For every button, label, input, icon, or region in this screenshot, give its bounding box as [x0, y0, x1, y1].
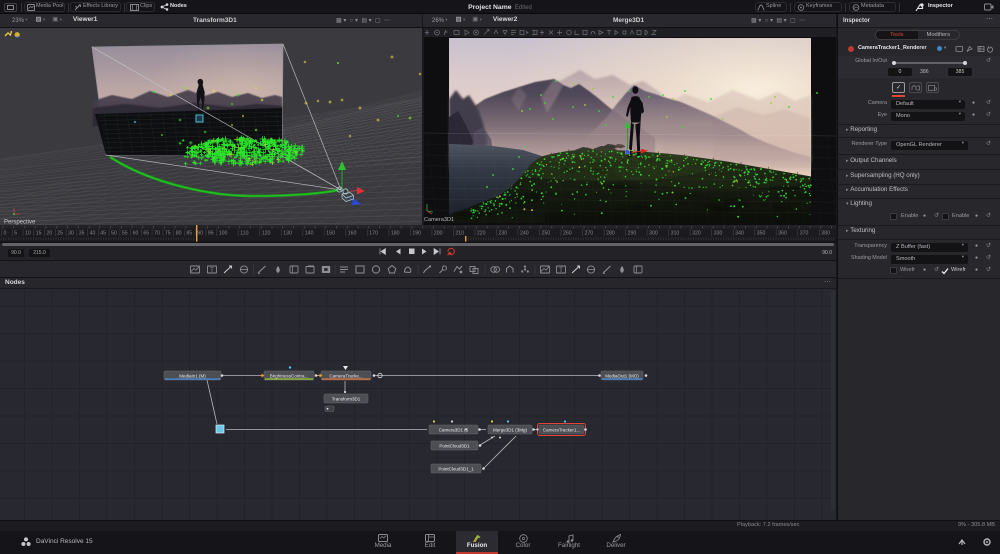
- svg-text:BrightnessContra...: BrightnessContra...: [270, 373, 309, 378]
- svg-text:45: 45: [100, 231, 106, 237]
- svg-text:330: 330: [714, 231, 723, 237]
- svg-text:65: 65: [143, 231, 149, 237]
- svg-text:210: 210: [455, 231, 464, 237]
- svg-text:MediaOut1 (MO): MediaOut1 (MO): [605, 373, 639, 378]
- svg-text:160: 160: [348, 231, 357, 237]
- svg-text:55: 55: [122, 231, 128, 237]
- svg-text:40: 40: [90, 231, 96, 237]
- svg-text:200: 200: [434, 231, 443, 237]
- svg-text:300: 300: [649, 231, 658, 237]
- svg-text:350: 350: [757, 231, 766, 237]
- svg-text:250: 250: [542, 231, 551, 237]
- svg-text:30: 30: [68, 231, 74, 237]
- svg-text:70: 70: [154, 231, 160, 237]
- svg-text:320: 320: [692, 231, 701, 237]
- svg-text:PointCloud3D1_1: PointCloud3D1_1: [438, 466, 474, 471]
- svg-text:270: 270: [585, 231, 594, 237]
- svg-text:T: T: [559, 268, 563, 274]
- svg-text:CameraTracke...: CameraTracke...: [329, 373, 362, 378]
- svg-text:50: 50: [111, 231, 117, 237]
- svg-text:95: 95: [208, 231, 214, 237]
- svg-text:100: 100: [219, 231, 228, 237]
- svg-text:20: 20: [47, 231, 53, 237]
- svg-text:5: 5: [14, 231, 17, 237]
- svg-text:360: 360: [778, 231, 787, 237]
- svg-text:230: 230: [499, 231, 508, 237]
- svg-text:340: 340: [735, 231, 744, 237]
- svg-text:25: 25: [57, 231, 63, 237]
- svg-text:85: 85: [186, 231, 192, 237]
- svg-text:75: 75: [165, 231, 171, 237]
- svg-text:90: 90: [197, 231, 203, 237]
- svg-text:130: 130: [283, 231, 292, 237]
- svg-text:80: 80: [176, 231, 182, 237]
- svg-text:220: 220: [477, 231, 486, 237]
- svg-text:290: 290: [628, 231, 637, 237]
- svg-text:10: 10: [25, 231, 31, 237]
- svg-text:0: 0: [4, 231, 7, 237]
- svg-text:T: T: [210, 268, 214, 274]
- svg-text:120: 120: [262, 231, 271, 237]
- svg-text:CameraTracker1...: CameraTracker1...: [543, 427, 580, 432]
- svg-text:280: 280: [606, 231, 615, 237]
- svg-text:15: 15: [36, 231, 42, 237]
- svg-text:190: 190: [412, 231, 421, 237]
- svg-text:140: 140: [305, 231, 314, 237]
- svg-text:35: 35: [79, 231, 85, 237]
- svg-text:260: 260: [563, 231, 572, 237]
- svg-text:Transform3D1: Transform3D1: [332, 396, 361, 401]
- svg-text:310: 310: [671, 231, 680, 237]
- svg-text:MediaIn1 (M): MediaIn1 (M): [179, 373, 206, 378]
- svg-text:180: 180: [391, 231, 400, 237]
- svg-text:Merge3D1 (3Mg): Merge3D1 (3Mg): [493, 427, 528, 432]
- svg-text:380: 380: [821, 231, 830, 237]
- svg-text:PointCloud3D1: PointCloud3D1: [439, 443, 470, 448]
- svg-text:110: 110: [240, 231, 248, 237]
- svg-text:60: 60: [133, 231, 139, 237]
- svg-text:170: 170: [369, 231, 378, 237]
- svg-text:Camera3D1: Camera3D1: [424, 217, 454, 223]
- svg-text:150: 150: [326, 231, 335, 237]
- svg-text:Camera3D1 (5: Camera3D1 (5: [439, 427, 469, 432]
- svg-text:240: 240: [520, 231, 529, 237]
- svg-text:370: 370: [800, 231, 809, 237]
